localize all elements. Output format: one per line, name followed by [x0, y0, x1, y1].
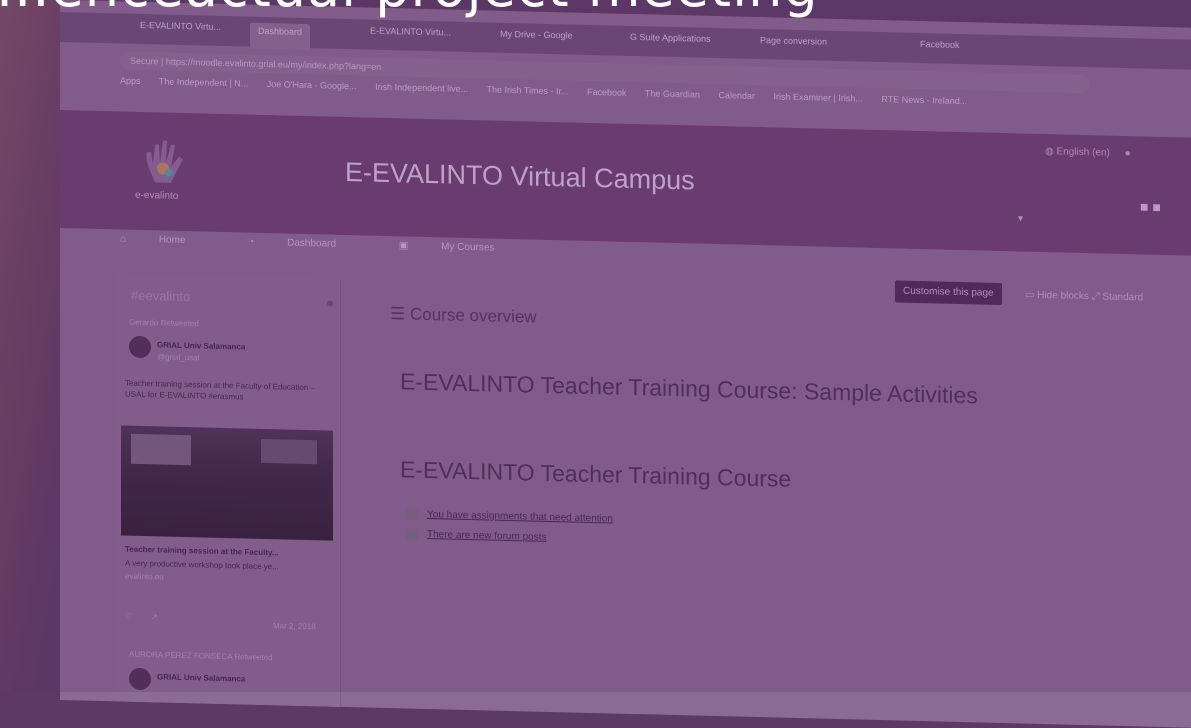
globe-icon: ◍ [1045, 146, 1057, 158]
browser-tab[interactable]: Facebook [920, 39, 960, 60]
bookmark-item[interactable]: The Guardian [645, 88, 700, 99]
twitter-icon[interactable]: ■ [1152, 199, 1160, 215]
sidebar-heading: #eevalinto [131, 287, 191, 305]
sidebar-settings-icon[interactable] [327, 300, 333, 307]
overview-title: Course overview [409, 304, 537, 327]
hide-blocks-toggle[interactable]: ▭ Hide blocks ⤢ Standard [1025, 290, 1143, 304]
nav-my-courses-label: My Courses [441, 241, 495, 254]
tweet-author[interactable]: GRIAL Univ Salamanca [157, 672, 245, 683]
bookmark-item[interactable]: Calendar [718, 90, 755, 101]
browser-tab[interactable]: My Drive - Google [500, 29, 573, 51]
chevron-down-icon[interactable]: ▾ [1018, 213, 1023, 224]
browser-tab[interactable]: E-EVALINTO Virtu... [140, 20, 221, 42]
blocks-icon: ▭ [1025, 289, 1038, 301]
nav-dashboard-label: Dashboard [287, 237, 337, 250]
dashboard-icon: ◔ [248, 236, 258, 248]
nav-my-courses[interactable]: ▣ My Courses [399, 240, 525, 254]
laptop-screen: E-EVALINTO Virtu... Dashboard E-EVALINTO… [60, 0, 1191, 728]
card-source: evalinto.eu [125, 571, 164, 582]
bookmark-item[interactable]: Irish Independent live... [375, 82, 468, 94]
assignments-notice[interactable]: You have assignments that need attention [406, 508, 613, 525]
assignments-notice-label: You have assignments that need attention [427, 509, 613, 525]
card-title[interactable]: Teacher training session at the Faculty.… [125, 544, 325, 560]
twitter-sidebar: #eevalinto Gerardo Retweeted GRIAL Univ … [115, 273, 341, 709]
language-selector[interactable]: ◍ English (en) ● [1045, 146, 1131, 159]
tweet-author[interactable]: GRIAL Univ Salamanca [157, 340, 245, 351]
heart-icon[interactable]: ♡ [125, 612, 132, 621]
course-overview-heading: ☰ Course overview [390, 304, 537, 328]
avatar[interactable] [129, 667, 151, 691]
photo-board [131, 433, 191, 466]
avatar[interactable] [129, 335, 151, 359]
hand-logo-icon[interactable] [135, 138, 199, 188]
card-description: A very productive workshop took place ye… [125, 558, 279, 572]
forum-notice[interactable]: There are new forum posts [406, 528, 547, 543]
user-avatar-icon[interactable]: ● [1125, 148, 1131, 159]
photo-board [261, 438, 317, 465]
browser-tab[interactable]: Page conversion [760, 35, 827, 57]
browser-tab[interactable]: E-EVALINTO Virtu... [370, 26, 451, 48]
bookmark-item[interactable]: Joe O'Hara - Google... [267, 79, 357, 91]
bookmark-item[interactable]: Irish Examiner | Irish... [773, 91, 862, 103]
bookmark-item[interactable]: The Irish Times - Ir... [486, 84, 568, 96]
course-link[interactable]: E-EVALINTO Teacher Training Course: Samp… [400, 368, 978, 409]
menu-icon[interactable]: ☰ [390, 304, 410, 323]
tweet-handle[interactable]: @grial_usal [157, 352, 199, 362]
bookmark-item[interactable]: RTE News - Ireland... [881, 94, 967, 106]
browser-tab-active[interactable]: Dashboard [250, 22, 311, 51]
site-title: E-EVALINTO Virtual Campus [345, 156, 695, 196]
bookmark-item[interactable]: Facebook [587, 87, 627, 98]
social-icons: ■ ■ [1140, 198, 1161, 215]
tweet-date[interactable]: Mar 2, 2018 [273, 621, 316, 631]
forum-notice-label: There are new forum posts [427, 529, 547, 544]
nav-home[interactable]: ⌂ Home [120, 233, 216, 246]
expand-icon: ⤢ [1091, 291, 1103, 303]
headline-text: ...enceactual project meeting [0, 0, 996, 19]
site-header: e-evalinto E-EVALINTO Virtual Campus ◍ E… [60, 110, 1191, 256]
course-link[interactable]: E-EVALINTO Teacher Training Course [400, 456, 791, 493]
bookmark-item[interactable]: The Independent | N... [159, 76, 248, 88]
retweet-label: Gerardo Retweeted [129, 317, 199, 329]
language-label: English (en) [1056, 146, 1110, 159]
logo-text: e-evalinto [135, 189, 179, 202]
home-icon: ⌂ [120, 233, 129, 245]
browser-tab[interactable]: G Suite Applications [630, 32, 711, 54]
tweet-text: Teacher training session at the Faculty … [125, 378, 315, 402]
bookmark-item[interactable]: Apps [120, 75, 141, 86]
share-icon[interactable]: ↗ [151, 612, 158, 621]
facebook-icon[interactable]: ■ [1140, 198, 1148, 214]
nav-dashboard[interactable]: ◔ Dashboard [248, 237, 366, 251]
retweet-label: AURORA PEREZ FONSECA Retweeted [129, 649, 273, 663]
tweet-photo[interactable] [121, 425, 333, 541]
assignment-icon [406, 508, 419, 520]
courses-icon: ▣ [398, 240, 412, 252]
forum-icon [406, 528, 419, 540]
nav-home-label: Home [158, 234, 186, 247]
customise-page-button[interactable]: Customise this page [895, 280, 1002, 306]
standard-view-label[interactable]: Standard [1103, 291, 1144, 303]
hide-blocks-label: Hide blocks [1037, 289, 1089, 303]
